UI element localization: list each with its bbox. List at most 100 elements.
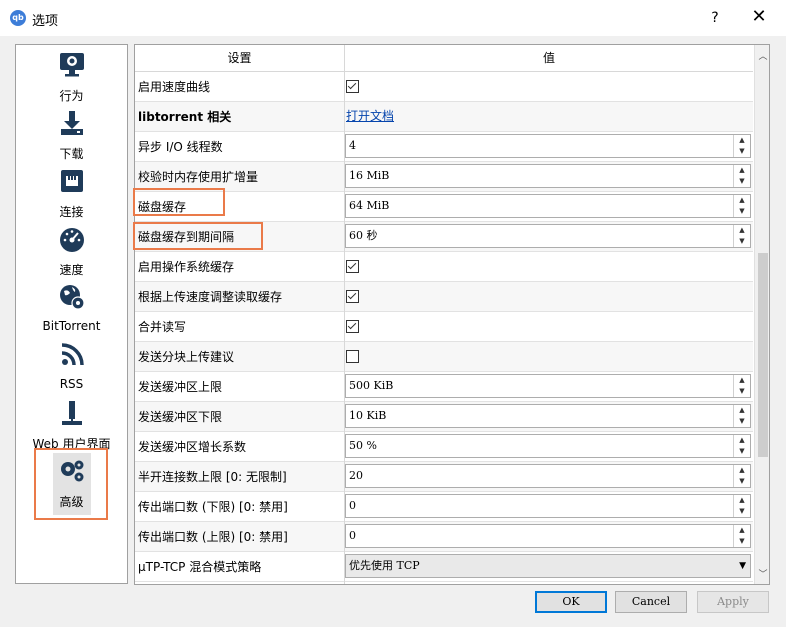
spinbox-arrows[interactable]: ▲ ▼	[733, 375, 750, 397]
table-row: 根据上传速度调整读取缓存	[135, 282, 753, 312]
sidebar-item-downloads[interactable]: 下载	[16, 109, 127, 165]
window-title: 选项	[32, 14, 59, 29]
advanced-settings-table: 设置 值 启用速度曲线 libtorrent 相关 打开文档 异步 I/O 线程…	[134, 44, 770, 585]
arrow-up-icon[interactable]: ▲	[734, 495, 750, 506]
sidebar-item-label: 行为	[59, 89, 84, 103]
spinbox-arrows[interactable]: ▲ ▼	[733, 435, 750, 457]
globe-gear-icon	[60, 285, 85, 310]
setting-name: 发送分块上传建议	[138, 350, 235, 364]
setting-spinbox[interactable]: 4 ▲ ▼	[345, 134, 751, 158]
scrollbar-thumb[interactable]	[758, 253, 768, 457]
sidebar-item-label: 下载	[59, 147, 84, 161]
spinbox-arrows[interactable]: ▲ ▼	[733, 525, 750, 547]
arrow-down-icon[interactable]: ▼	[734, 386, 750, 397]
spinbox-arrows[interactable]: ▲ ▼	[733, 465, 750, 487]
arrow-down-icon[interactable]: ▼	[734, 446, 750, 457]
spinbox-arrows[interactable]: ▲ ▼	[733, 405, 750, 427]
spinbox-value: 4	[349, 139, 356, 152]
spinbox-value: 20	[349, 469, 363, 482]
sidebar-item-label: 连接	[59, 205, 84, 219]
setting-name: 启用操作系统缓存	[138, 260, 235, 274]
cancel-button[interactable]: Cancel	[615, 591, 687, 613]
ok-button[interactable]: OK	[535, 591, 607, 613]
setting-name: 根据上传速度调整读取缓存	[138, 290, 283, 304]
spinbox-value: 16 MiB	[349, 169, 390, 182]
arrow-up-icon[interactable]: ▲	[734, 165, 750, 176]
setting-name: 合并读写	[138, 320, 187, 334]
arrow-down-icon[interactable]: ▼	[734, 176, 750, 187]
setting-checkbox[interactable]	[346, 80, 359, 93]
setting-spinbox[interactable]: 60 秒 ▲ ▼	[345, 224, 751, 248]
spinbox-value: 60 秒	[349, 229, 378, 242]
setting-spinbox[interactable]: 64 MiB ▲ ▼	[345, 194, 751, 218]
open-docs-link[interactable]: 打开文档	[346, 102, 394, 130]
download-icon	[61, 111, 83, 135]
setting-name: 半开连接数上限 [0: 无限制]	[138, 470, 287, 484]
sidebar-item-rss[interactable]: RSS	[16, 341, 127, 397]
arrow-down-icon[interactable]: ▼	[734, 476, 750, 487]
vertical-scrollbar[interactable]: ︿ ﹀	[754, 45, 769, 584]
setting-spinbox[interactable]: 0 ▲ ▼	[345, 494, 751, 518]
arrow-up-icon[interactable]: ▲	[734, 465, 750, 476]
table-row: 启用速度曲线	[135, 72, 753, 102]
spinbox-value: 0	[349, 499, 356, 512]
sidebar-item-label: BitTorrent	[42, 319, 101, 333]
chevron-down-icon[interactable]: ▼	[739, 555, 746, 577]
setting-spinbox[interactable]: 16 MiB ▲ ▼	[345, 164, 751, 188]
arrow-up-icon[interactable]: ▲	[734, 375, 750, 386]
setting-dropdown[interactable]: 优先使用 TCP ▼	[345, 554, 751, 578]
arrow-down-icon[interactable]: ▼	[734, 416, 750, 427]
spinbox-arrows[interactable]: ▲ ▼	[733, 225, 750, 247]
setting-name: µTP-TCP 混合模式策略	[138, 560, 262, 574]
arrow-down-icon[interactable]: ▼	[734, 536, 750, 547]
sidebar-item-label: 速度	[59, 263, 84, 277]
qbittorrent-icon: qb	[10, 10, 26, 26]
sidebar-item-speed[interactable]: 速度	[16, 225, 127, 281]
setting-name: 启用速度曲线	[138, 80, 211, 94]
help-button[interactable]: ?	[706, 8, 724, 28]
arrow-down-icon[interactable]: ▼	[734, 236, 750, 247]
setting-checkbox[interactable]	[346, 260, 359, 273]
arrow-up-icon[interactable]: ▲	[734, 435, 750, 446]
column-divider	[344, 45, 345, 584]
spinbox-arrows[interactable]: ▲ ▼	[733, 495, 750, 517]
arrow-up-icon[interactable]: ▲	[734, 405, 750, 416]
arrow-down-icon[interactable]: ▼	[734, 506, 750, 517]
sidebar-item-bittorrent[interactable]: BitTorrent	[16, 283, 127, 339]
arrow-up-icon[interactable]: ▲	[734, 525, 750, 536]
table-row: 校验时内存使用扩增量 16 MiB ▲ ▼	[135, 162, 753, 192]
setting-spinbox[interactable]: 10 KiB ▲ ▼	[345, 404, 751, 428]
setting-spinbox[interactable]: 0 ▲ ▼	[345, 524, 751, 548]
column-header-setting[interactable]: 设置	[135, 45, 344, 71]
setting-checkbox[interactable]	[346, 350, 359, 363]
table-row: libtorrent 相关 打开文档	[135, 102, 753, 132]
arrow-down-icon[interactable]: ▼	[734, 206, 750, 217]
scroll-down-icon[interactable]: ﹀	[755, 567, 769, 581]
arrow-up-icon[interactable]: ▲	[734, 135, 750, 146]
sidebar-item-behavior[interactable]: 行为	[16, 51, 127, 107]
setting-checkbox[interactable]	[346, 320, 359, 333]
column-header-value[interactable]: 值	[345, 45, 753, 71]
spinbox-value: 0	[349, 529, 356, 542]
setting-spinbox[interactable]: 50 % ▲ ▼	[345, 434, 751, 458]
setting-spinbox[interactable]: 500 KiB ▲ ▼	[345, 374, 751, 398]
arrow-up-icon[interactable]: ▲	[734, 195, 750, 206]
annotation-highlight-disk-cache	[133, 188, 225, 216]
apply-button[interactable]: Apply	[697, 591, 769, 613]
spinbox-value: 500 KiB	[349, 379, 394, 392]
sidebar-item-webui[interactable]: Web 用户界面	[16, 399, 127, 455]
setting-name: 发送缓冲区增长系数	[138, 440, 247, 454]
rss-icon	[61, 343, 84, 366]
spinbox-arrows[interactable]: ▲ ▼	[733, 135, 750, 157]
arrow-up-icon[interactable]: ▲	[734, 225, 750, 236]
scroll-up-icon[interactable]: ︿	[755, 49, 769, 63]
arrow-down-icon[interactable]: ▼	[734, 146, 750, 157]
spinbox-arrows[interactable]: ▲ ▼	[733, 195, 750, 217]
spinbox-arrows[interactable]: ▲ ▼	[733, 165, 750, 187]
setting-spinbox[interactable]: 20 ▲ ▼	[345, 464, 751, 488]
setting-checkbox[interactable]	[346, 290, 359, 303]
web-ui-icon	[62, 401, 82, 425]
close-button[interactable]: ✕	[748, 6, 770, 28]
title-bar: qb 选项 ? ✕	[0, 0, 786, 36]
sidebar-item-connection[interactable]: 连接	[16, 167, 127, 223]
